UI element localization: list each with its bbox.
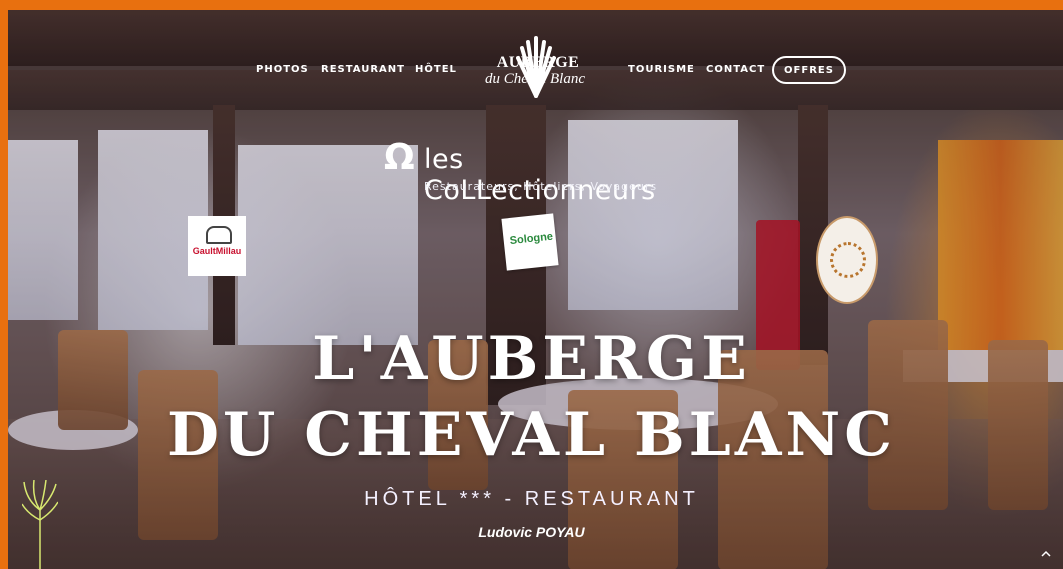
collectionneurs-partner-logo[interactable]: Ω les CoLLectionneurs Restaurateurs, Hôt… bbox=[384, 137, 684, 207]
partner-name: les CoLLectionneurs bbox=[424, 144, 656, 206]
hero-title-line-2: DU CHEVAL BLANC bbox=[167, 400, 896, 470]
partner-tagline: Restaurateurs, Hôteliers, Voyageurs bbox=[424, 180, 658, 193]
gault-millau-badge: GaultMillau bbox=[188, 216, 246, 276]
sologne-label: Sologne bbox=[509, 230, 554, 248]
seal-ring-icon bbox=[830, 242, 866, 278]
omega-icon: Ω bbox=[384, 137, 415, 178]
quality-seal-badge bbox=[816, 216, 878, 304]
hero-title-line-1: L'AUBERGE bbox=[312, 324, 751, 394]
chef-name: Ludovic POYAU bbox=[478, 524, 585, 540]
hero-subtitle: HÔTEL *** - RESTAURANT bbox=[364, 488, 699, 510]
sologne-badge: Sologne bbox=[501, 213, 559, 271]
offers-button[interactable]: OFFRES bbox=[772, 56, 846, 84]
nav-link-tourisme[interactable]: TOURISME bbox=[628, 64, 695, 75]
nav-link-contact[interactable]: CONTACT bbox=[706, 64, 765, 75]
nav-link-hotel[interactable]: HÔTEL bbox=[415, 64, 457, 75]
logo-line-1: AUBERGE bbox=[496, 54, 580, 71]
toque-icon bbox=[206, 226, 232, 244]
nav-link-restaurant[interactable]: RESTAURANT bbox=[321, 64, 405, 75]
gault-millau-label: GaultMillau bbox=[192, 246, 242, 256]
site-logo[interactable]: AUBERGE du Cheval Blanc bbox=[470, 26, 600, 98]
chevron-up-icon[interactable] bbox=[1040, 548, 1054, 562]
nav-link-photos[interactable]: PHOTOS bbox=[256, 64, 309, 75]
logo-line-2: du Cheval Blanc bbox=[485, 71, 585, 87]
